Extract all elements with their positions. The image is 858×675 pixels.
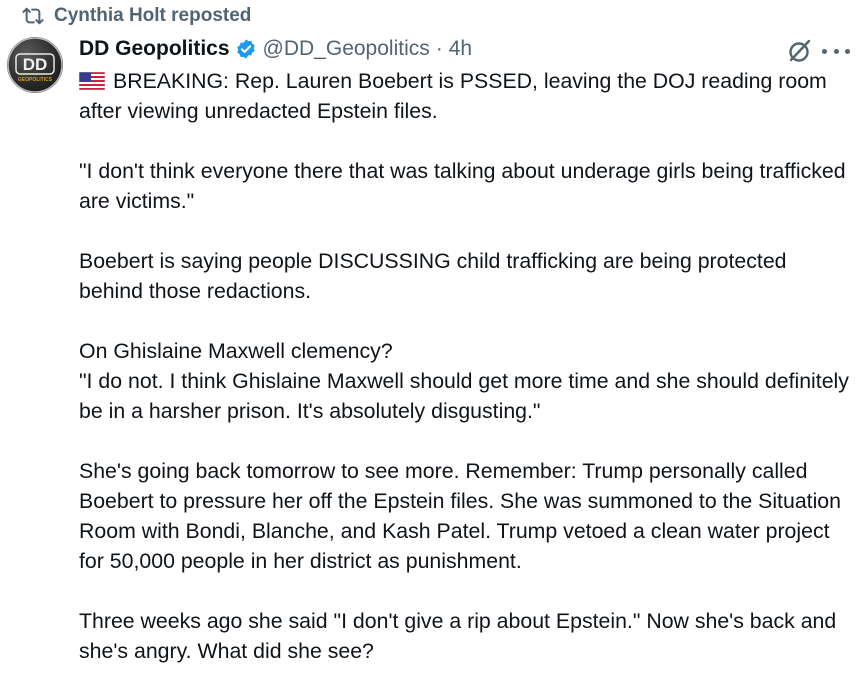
tweet-paragraph: Boebert is saying people DISCUSSING chil… [79,249,787,303]
grok-icon[interactable] [787,38,813,64]
handle[interactable]: @DD_Geopolitics [263,37,430,61]
tweet-header: DD Geopolitics @DD_Geopolitics · 4h [79,34,472,64]
timestamp[interactable]: 4h [449,37,472,61]
tweet-paragraph: Three weeks ago she said "I don't give a… [79,609,837,663]
avatar[interactable]: DD GEOPOLITICS [7,37,63,93]
avatar-subtext: GEOPOLITICS [18,77,53,83]
separator-dot: · [435,37,443,60]
more-icon[interactable] [822,40,850,62]
us-flag-icon [78,68,106,91]
more-dot [845,48,850,54]
verified-badge-icon[interactable] [235,38,257,60]
tweet-text: BREAKING: Rep. Lauren Boebert is PSSED, … [78,66,849,666]
tweet-paragraph: She's going back tomorrow to see more. R… [79,459,841,573]
avatar-text: DD [23,55,48,74]
tweet-paragraph: "I do not. I think Ghislaine Maxwell sho… [79,369,849,423]
more-dot [822,48,827,54]
display-name[interactable]: DD Geopolitics [79,37,230,61]
tweet-paragraph: BREAKING: Rep. Lauren Boebert is PSSED, … [78,66,849,126]
more-dot [833,48,839,54]
repost-indicator[interactable]: Cynthia Holt reposted [22,4,251,28]
repost-icon [22,5,44,27]
tweet-paragraph: On Ghislaine Maxwell clemency? [79,339,393,363]
tweet-paragraph-text: BREAKING: Rep. Lauren Boebert is PSSED, … [79,69,827,123]
repost-label: Cynthia Holt reposted [54,5,252,26]
tweet-paragraph: "I don't think everyone there that was t… [79,159,846,213]
